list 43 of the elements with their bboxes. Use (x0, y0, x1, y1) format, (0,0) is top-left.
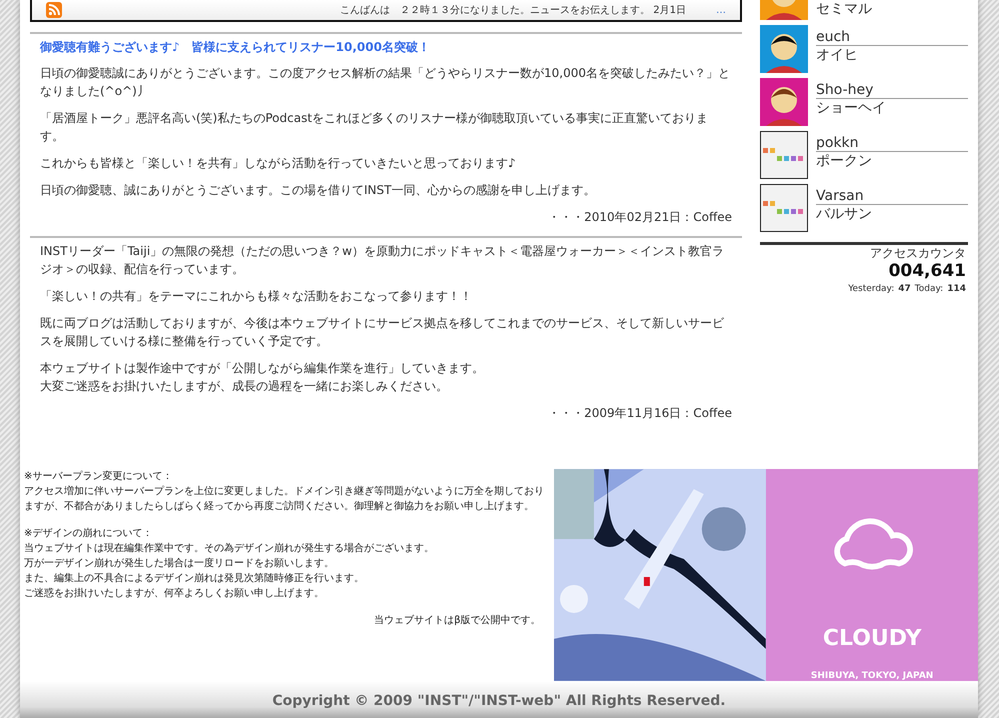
member-reading: ポークン (816, 152, 873, 170)
notice-heading: ※サーバープラン変更について： (24, 470, 174, 484)
post-paragraph: 日頃の御愛聴誠にありがとうございます。この度アクセス解析の結果「どうやらリスナー数が10,000名を突破したみたい？」となりました(^o^)丿 (40, 65, 731, 100)
post-title: 御愛聴有難うございます♪ 皆様に支えられてリスナー10,000名突破！ (40, 39, 431, 56)
post-line: 本ウェブサイトは製作途中ですが「公開しながら編集作業を進行」していきます。 (40, 360, 485, 377)
member-reading: セミマル (816, 0, 873, 18)
access-count: 004,641 (888, 262, 966, 280)
post-paragraph: 日頃の御愛聴、誠にありがとうございます。この場を借りてINST一同、心からの感謝を申し上げます。 (40, 182, 596, 199)
ticker-text: こんばんは ２２時１３分になりました。ニュースをお伝えします。 2月1日 (339, 4, 686, 17)
post-signature: ・・・2010年02月21日：Coffee (547, 209, 732, 226)
notice-text: 万が一デザイン崩れが発生した場合は一度リロードをお願いします。 (24, 556, 335, 571)
member-name[interactable]: Varsan (816, 188, 968, 205)
post-paragraph: INSTリーダー「Taiji」の無限の発想（ただの思いつき？w）を原動力にポッドキャスト＜電器屋ウォーカー＞＜インスト教官ラジオ＞の収録、配信を行っています。 (40, 243, 725, 278)
notice-heading: ※デザインの崩れについて： (24, 526, 154, 541)
notice-text: また、編集上の不具合によるデザイン崩れは発見次第随時修正を行います。 (24, 572, 365, 586)
today-label: Today: (914, 284, 944, 294)
counter-label: アクセスカウンタ (870, 245, 966, 262)
post-signature: ・・・2009年11月16日：Coffee (547, 405, 732, 422)
yesterday-label: Yesterday: (848, 284, 894, 294)
post-paragraph: 既に両ブログは活動しておりますが、今後は本ウェブサイトにサービス拠点を移してこれまでのサービス、そして新しいサービスを展開していける様に整備を行っていく予定です。 (40, 315, 725, 350)
member-name[interactable]: Sho-hey (816, 82, 968, 99)
post-paragraph: 「居酒屋トーク」悪評名高い(笑)私たちのPodcastをこれほど多くのリスナー様が御聴取頂いている事実に正直驚いております。 (40, 110, 710, 145)
beta-note: 当ウェブサイトはβ版で公開中です。 (373, 614, 542, 628)
member-reading: バルサン (816, 205, 873, 223)
copyright-text: Copyright © 2009 "INST"/"INST-web" All Rights Reserved. (272, 693, 726, 709)
weather-condition: CLOUDY (822, 626, 922, 651)
more-link[interactable]: … (716, 4, 726, 16)
notice-text: ご迷惑をお掛けいたしますが、何卒よろしくお願い申し上げます。 (24, 586, 325, 601)
member-reading: ショーヘイ (816, 99, 887, 117)
post-line: 大変ご迷惑をお掛けいたしますが、成長の過程を一緒にお楽しみください。 (40, 378, 449, 395)
member-reading: オイヒ (816, 46, 859, 64)
member-name[interactable]: pokkn (816, 135, 968, 152)
notice-text: 当ウェブサイトは現在編集作業中です。その為デザイン崩れが発生する場合がございます。 (24, 542, 435, 556)
today-count: 114 (947, 284, 966, 294)
weather-location: SHIBUYA, TOKYO, JAPAN (810, 671, 934, 681)
yesterday-count: 47 (898, 284, 911, 294)
avatar-icon (760, 25, 808, 73)
post-paragraph: これからも皆様と「楽しい！を共有」しながら活動を行っていきたいと思っております♪ (40, 155, 517, 172)
member-name[interactable]: euch (816, 29, 968, 46)
notice-text: アクセス増加に伴いサーバープランを上位に変更しました。ドメイン引き継ぎ等問題がないように万全を期しておりますが、不都合がありましたらしばらく経ってから再度ご訪問ください。御理解と御協力をお願い申し上げます。 (24, 484, 545, 514)
avatar-icon (760, 78, 808, 126)
rss-icon[interactable] (46, 2, 62, 18)
post-paragraph: 「楽しい！の共有」をテーマにこれからも様々な活動をおこなって参ります！！ (40, 288, 473, 305)
